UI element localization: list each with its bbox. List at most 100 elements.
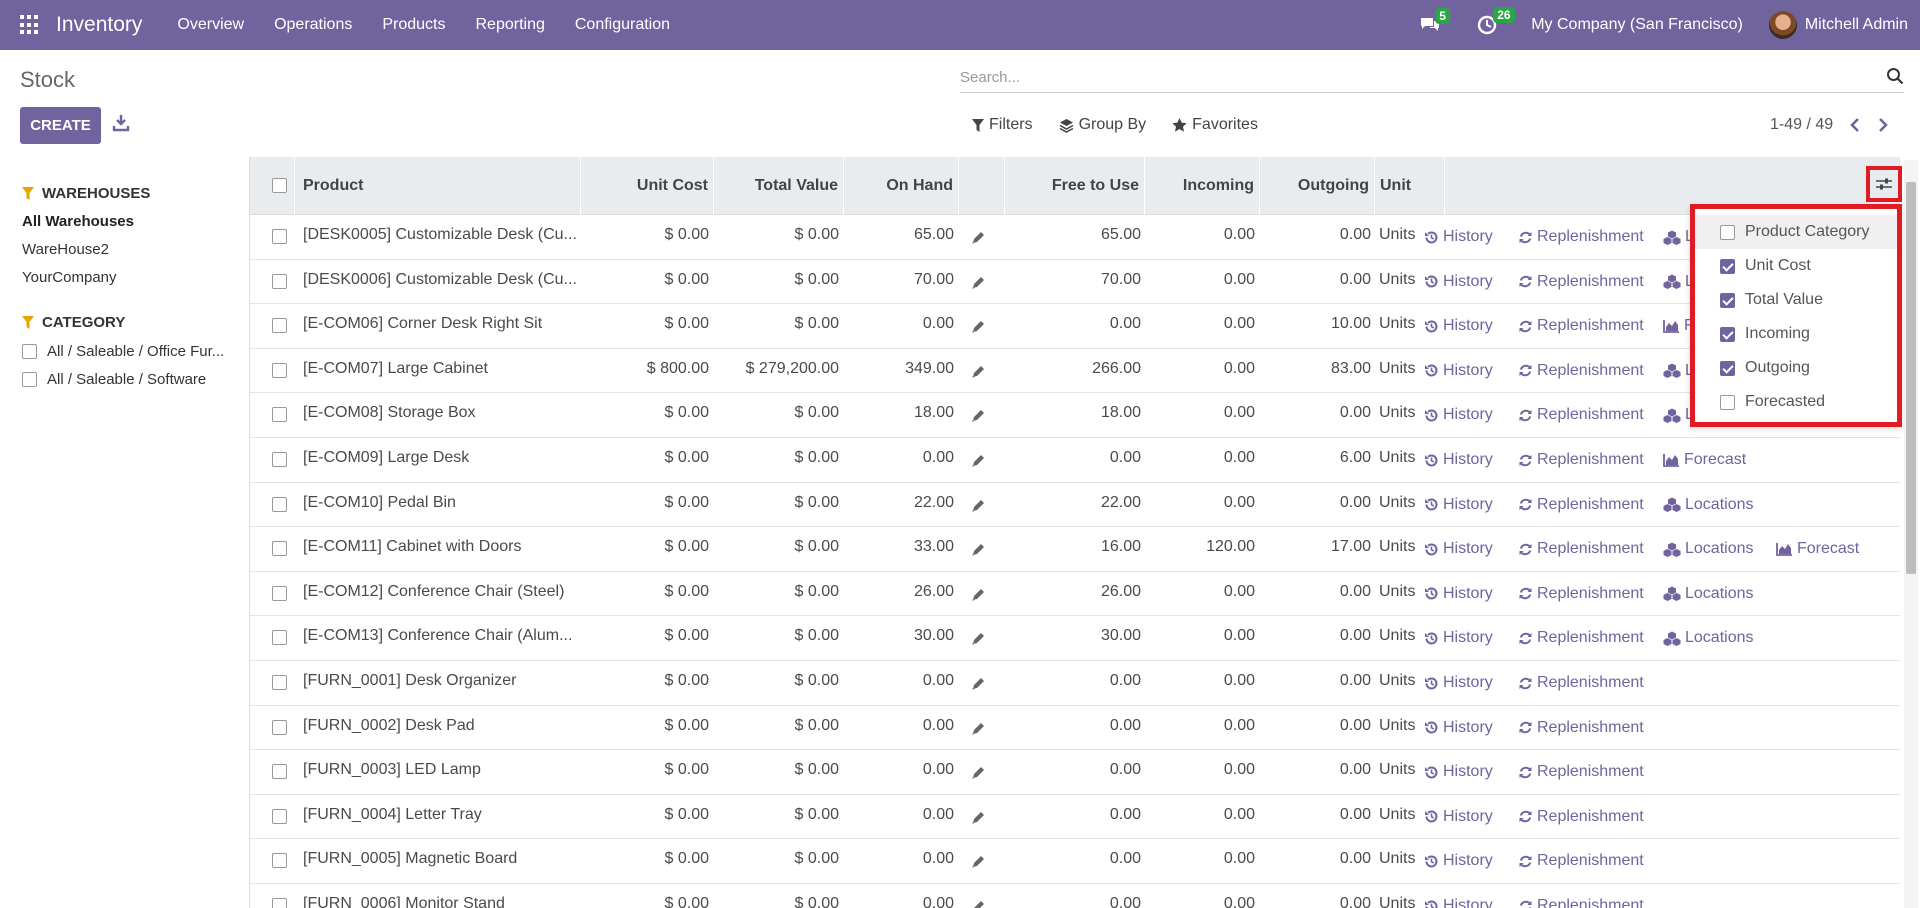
table-row[interactable]: [FURN_0001] Desk Organizer $ 0.00 $ 0.00 0.… [250,661,1900,706]
search-icon[interactable] [1886,67,1904,85]
table-row[interactable]: [E-COM12] Conference Chair (Steel) $ 0.00… [250,572,1900,617]
col-outgoing[interactable]: Outgoing [1260,157,1375,215]
optional-column-item[interactable]: Incoming [1695,317,1897,351]
optional-column-checkbox[interactable] [1720,224,1735,240]
table-row[interactable]: [FURN_0002] Desk Pad $ 0.00 $ 0.00 0.00 0.00… [250,706,1900,751]
history-button[interactable]: History [1424,304,1493,348]
pencil-icon[interactable] [971,454,985,468]
row-checkbox[interactable] [272,630,287,646]
company-switcher[interactable]: My Company (San Francisco) [1531,16,1743,34]
locations-button[interactable]: Locations [1663,483,1754,527]
replenishment-button[interactable]: Replenishment [1518,839,1644,883]
chevron-left-icon[interactable] [1849,117,1861,133]
col-product[interactable]: Product [298,157,581,215]
replenishment-button[interactable]: Replenishment [1518,706,1644,750]
table-row[interactable]: [E-COM06] Corner Desk Right Sit $ 0.00 $ 0… [250,304,1900,349]
row-checkbox[interactable] [272,496,287,512]
row-checkbox[interactable] [272,808,287,824]
pencil-icon[interactable] [971,231,985,245]
history-button[interactable]: History [1424,349,1493,393]
category-filter-office-furniture[interactable]: All / Saleable / Office Fur... [22,337,249,365]
table-row[interactable]: [FURN_0003] LED Lamp $ 0.00 $ 0.00 0.00 0.00… [250,750,1900,795]
history-button[interactable]: History [1424,706,1493,750]
replenishment-button[interactable]: Replenishment [1518,884,1644,908]
history-button[interactable]: History [1424,750,1493,794]
history-button[interactable]: History [1424,884,1493,908]
favorites-toggle[interactable]: Favorites [1172,116,1258,134]
pencil-icon[interactable] [971,766,985,780]
pencil-icon[interactable] [971,409,985,423]
optional-column-item[interactable]: Forecasted [1695,385,1897,419]
row-checkbox[interactable] [272,898,287,908]
pencil-icon[interactable] [971,811,985,825]
history-button[interactable]: History [1424,661,1493,705]
table-row[interactable]: [E-COM10] Pedal Bin $ 0.00 $ 0.00 22.00 22.0… [250,483,1900,528]
row-checkbox[interactable] [272,853,287,869]
history-button[interactable]: History [1424,572,1493,616]
pencil-icon[interactable] [971,677,985,691]
table-row[interactable]: [FURN_0005] Magnetic Board $ 0.00 $ 0.00 0.… [250,839,1900,884]
optional-column-item[interactable]: Unit Cost [1695,249,1897,283]
pencil-icon[interactable] [971,588,985,602]
replenishment-button[interactable]: Replenishment [1518,438,1644,482]
optional-column-checkbox[interactable] [1720,258,1735,274]
optional-column-checkbox[interactable] [1720,360,1735,376]
menu-configuration[interactable]: Configuration [575,16,670,34]
replenishment-button[interactable]: Replenishment [1518,349,1644,393]
replenishment-button[interactable]: Replenishment [1518,215,1644,259]
row-checkbox[interactable] [272,541,287,557]
col-on-hand[interactable]: On Hand [844,157,959,215]
search-input[interactable] [960,69,1860,86]
replenishment-button[interactable]: Replenishment [1518,527,1644,571]
category-checkbox[interactable] [22,343,37,359]
row-checkbox[interactable] [272,764,287,780]
replenishment-button[interactable]: Replenishment [1518,304,1644,348]
create-button[interactable]: CREATE [20,107,101,144]
optional-column-checkbox[interactable] [1720,326,1735,342]
pencil-icon[interactable] [971,543,985,557]
download-icon[interactable] [112,114,130,132]
table-row[interactable]: [E-COM11] Cabinet with Doors $ 0.00 $ 0.00… [250,527,1900,572]
menu-overview[interactable]: Overview [177,16,244,34]
optional-column-checkbox[interactable] [1720,394,1735,410]
menu-operations[interactable]: Operations [274,16,352,34]
pencil-icon[interactable] [971,320,985,334]
row-checkbox[interactable] [272,273,287,289]
replenishment-button[interactable]: Replenishment [1518,483,1644,527]
table-row[interactable]: [E-COM07] Large Cabinet $ 800.00 $ 279,200… [250,349,1900,394]
history-button[interactable]: History [1424,483,1493,527]
history-button[interactable]: History [1424,616,1493,660]
pencil-icon[interactable] [971,632,985,646]
row-checkbox[interactable] [272,675,287,690]
optional-column-item[interactable]: Product Category [1695,215,1897,249]
pencil-icon[interactable] [971,722,985,736]
scrollbar-thumb[interactable] [1906,182,1916,574]
chevron-right-icon[interactable] [1877,117,1889,133]
table-row[interactable]: [E-COM08] Storage Box $ 0.00 $ 0.00 18.00 18… [250,393,1900,438]
apps-grid-icon[interactable] [20,15,40,35]
group-by-toggle[interactable]: Group By [1059,116,1146,134]
col-unit-cost[interactable]: Unit Cost [581,157,714,215]
row-checkbox[interactable] [272,585,287,601]
replenishment-button[interactable]: Replenishment [1518,616,1644,660]
history-button[interactable]: History [1424,527,1493,571]
select-all-checkbox[interactable] [272,178,287,193]
pencil-icon[interactable] [971,499,985,513]
forecast-button[interactable]: Forecast [1663,438,1746,482]
optional-column-checkbox[interactable] [1720,292,1735,308]
scrollbar[interactable] [1904,160,1918,908]
table-row[interactable]: [FURN_0004] Letter Tray $ 0.00 $ 0.00 0.00 0… [250,795,1900,840]
warehouse-item-warehouse2[interactable]: WareHouse2 [22,236,249,264]
row-checkbox[interactable] [272,407,287,423]
history-button[interactable]: History [1424,215,1493,259]
optional-columns-toggle[interactable] [1866,166,1902,202]
table-row[interactable]: [E-COM09] Large Desk $ 0.00 $ 0.00 0.00 0.00… [250,438,1900,483]
warehouse-item-yourcompany[interactable]: YourCompany [22,264,249,292]
col-total-value[interactable]: Total Value [714,157,844,215]
col-incoming[interactable]: Incoming [1145,157,1260,215]
replenishment-button[interactable]: Replenishment [1518,260,1644,304]
col-free-to-use[interactable]: Free to Use [1005,157,1145,215]
pager-value[interactable]: 1-49 / 49 [1770,116,1833,134]
locations-button[interactable]: Locations [1663,527,1754,571]
history-button[interactable]: History [1424,795,1493,839]
